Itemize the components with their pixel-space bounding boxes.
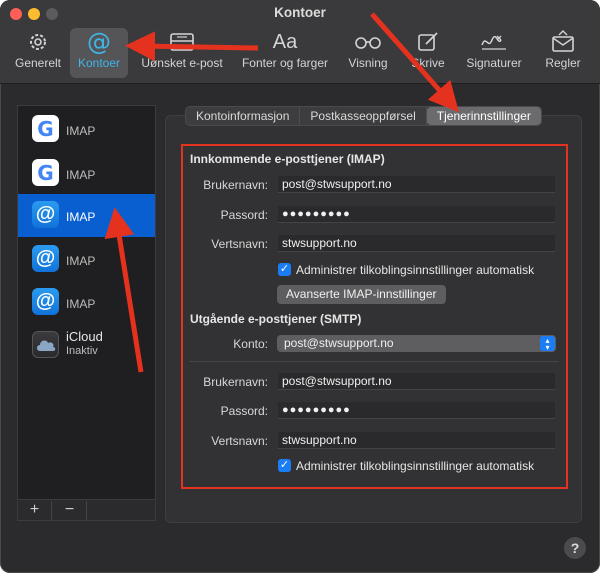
outgoing-host-field[interactable]: stwsupport.no (278, 432, 555, 449)
google-icon: G (32, 115, 59, 142)
at-sign-icon: @ (32, 288, 59, 315)
account-item-imap-3[interactable]: @ IMAP (18, 281, 155, 324)
tab-server-settings[interactable]: Tjenerinnstillinger (426, 107, 541, 125)
at-sign-icon: @ (32, 201, 59, 228)
outgoing-host-label: Vertsnavn: (211, 434, 268, 448)
rules-envelope-icon (538, 28, 588, 56)
account-list-buttons: + − (17, 501, 156, 521)
tab-mailbox-behaviors[interactable]: Postkasseoppførsel (300, 107, 427, 125)
gear-icon (10, 28, 66, 56)
icloud-icon (32, 331, 59, 358)
at-sign-icon: @ (87, 28, 111, 56)
outgoing-password-label: Passord: (220, 404, 268, 418)
signature-icon (462, 28, 526, 56)
incoming-password-label: Passord: (220, 208, 268, 222)
incoming-host-field[interactable]: stwsupport.no (278, 235, 555, 252)
at-sign-icon: @ (32, 245, 59, 272)
incoming-username-label: Brukernavn: (203, 178, 268, 192)
toolbar: Kontoer Generelt @ Kontoer Uønsket e-pos… (0, 0, 600, 84)
outgoing-username-field[interactable]: post@stwsupport.no (278, 373, 555, 390)
advanced-imap-settings-button[interactable]: Avanserte IMAP-innstillinger (277, 285, 446, 304)
toolbar-general[interactable]: Generelt (10, 28, 66, 78)
toolbar-junk-mail[interactable]: Uønsket e-post (137, 28, 227, 78)
remove-account-button[interactable]: − (53, 501, 87, 520)
account-item-google-2[interactable]: G IMAP (18, 152, 155, 195)
incoming-username-field[interactable]: post@stwsupport.no (278, 176, 555, 193)
google-icon: G (32, 159, 59, 186)
toolbar-fonts-colors[interactable]: Aa Fonter og farger (236, 28, 334, 78)
outgoing-username-label: Brukernavn: (203, 375, 268, 389)
incoming-server-title: Innkommende e-posttjener (IMAP) (190, 152, 385, 166)
account-item-google-1[interactable]: G IMAP (18, 108, 155, 151)
account-item-imap-selected[interactable]: @ IMAP (18, 194, 155, 237)
incoming-auto-manage-label: Administrer tilkoblingsinnstillinger aut… (296, 263, 535, 277)
account-item-imap-2[interactable]: @ IMAP (18, 238, 155, 281)
accounts-list[interactable]: G IMAP G IMAP @ IMAP @ IMAP @ IMAP iClou… (17, 105, 156, 500)
toolbar-rules[interactable]: Regler (538, 28, 588, 78)
font-aa-icon: Aa (272, 30, 298, 53)
add-account-button[interactable]: + (18, 501, 52, 520)
account-item-icloud[interactable]: iCloud Inaktiv (18, 324, 155, 367)
incoming-host-label: Vertsnavn: (211, 237, 268, 251)
outgoing-auto-manage-label: Administrer tilkoblingsinnstillinger aut… (296, 459, 535, 473)
toolbar-composing[interactable]: Skrive (408, 28, 448, 78)
toolbar-viewing[interactable]: Visning (343, 28, 393, 78)
tab-bar: Kontoinformasjon Postkasseoppførsel Tjen… (185, 106, 542, 126)
tab-account-information[interactable]: Kontoinformasjon (186, 107, 301, 125)
preferences-window: Kontoer Generelt @ Kontoer Uønsket e-pos… (0, 0, 600, 573)
outgoing-auto-manage-checkbox[interactable]: ✓ (278, 459, 291, 472)
outgoing-password-field[interactable]: ●●●●●●●●● (278, 402, 555, 419)
chevron-updown-icon: ▴ ▾ (540, 336, 555, 352)
window-title: Kontoer (274, 5, 326, 20)
compose-icon (408, 28, 448, 56)
outgoing-server-title: Utgående e-posttjener (SMTP) (190, 312, 362, 326)
toolbar-signatures[interactable]: Signaturer (462, 28, 526, 78)
incoming-auto-manage-checkbox[interactable]: ✓ (278, 263, 291, 276)
incoming-password-field[interactable]: ●●●●●●●●● (278, 206, 555, 223)
toolbar-accounts[interactable]: @ Kontoer (70, 28, 128, 78)
junk-tray-icon (137, 28, 227, 56)
glasses-icon (343, 28, 393, 56)
help-button[interactable]: ? (564, 537, 586, 559)
outgoing-account-select[interactable]: post@stwsupport.no ▴ ▾ (277, 335, 556, 352)
section-divider (189, 361, 559, 362)
outgoing-account-label: Konto: (233, 337, 268, 351)
